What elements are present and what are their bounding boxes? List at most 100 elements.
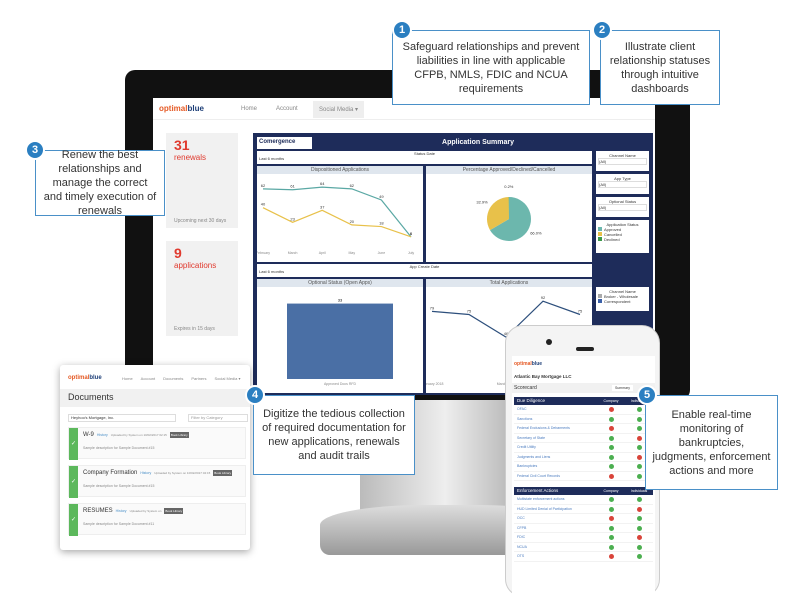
check-icon: ✓ [69,428,78,460]
pie-label: 66.0% [530,230,542,235]
scorecard-row[interactable]: Credit Utility [514,443,653,453]
pass-icon [608,464,614,469]
bar [287,303,393,379]
legend-swatch [598,232,602,236]
nav-account[interactable]: Account [276,106,298,112]
category-filter[interactable]: Filter by Category [188,414,248,422]
pie-label: 0.2% [504,184,514,189]
side-filter[interactable]: Channel Name (All) [596,151,649,171]
side-filter[interactable]: Optional Status (All) [596,197,649,217]
scorecard-row[interactable]: Bankruptcies [514,462,653,472]
section-title: Enforcement Actions [517,488,559,493]
row-label[interactable]: Secretary of State [517,434,597,443]
applications-label: applications [174,261,217,270]
doc-meta: Uploaded by System on 10/02/2017 02:15 [110,433,167,437]
side-filter-value[interactable]: (All) [598,181,647,188]
summary-tab[interactable]: Summary [612,385,633,391]
row-label[interactable]: OFAC [517,405,597,414]
section-title: Due Diligence [517,398,546,403]
data-label: 75 [467,309,472,314]
x-tick-label: July [408,251,414,255]
tablet-nav-item[interactable]: Documents [163,376,183,381]
scorecard-row[interactable]: FDIC [514,533,653,543]
check-icon: ✓ [69,466,78,498]
scorecard-row[interactable]: Multistate enforcement actions [514,495,653,505]
legend-label: Correspondent [604,299,631,304]
legend-item[interactable]: Declined [598,237,647,242]
row-label[interactable]: Credit Utility [517,443,597,452]
row-label[interactable]: NCUA [517,543,597,552]
row-label[interactable]: FDIC [517,533,597,542]
pass-icon [636,516,642,521]
side-filter[interactable]: App Type (All) [596,174,649,194]
document-row[interactable]: ✓ RESUMES History Uploaded by System on Book… [68,503,246,536]
scorecard-row[interactable]: OTS [514,552,653,562]
scorecard-row[interactable]: HUD Limited Denial of Participation [514,505,653,514]
row-label[interactable]: Federal Civil Court Records [517,472,597,481]
row-label[interactable]: Federal Exclusions & Debarments [517,424,597,433]
scorecard-row[interactable]: NCUA [514,543,653,552]
pie-label: 32.9% [476,200,488,205]
legend-swatch [598,237,602,241]
row-label[interactable]: Bankruptcies [517,462,597,471]
tablet-nav-item[interactable]: Home [122,376,133,381]
callout-number-5: 5 [637,385,657,405]
applications-card[interactable]: 9 applications Expires in 15 days [166,241,238,336]
tablet-nav-item[interactable]: Account [141,376,155,381]
callout-number-1: 1 [392,20,412,40]
tablet-nav-item[interactable]: Partners [191,376,206,381]
callout-3: Renew the best relationships and manage … [35,149,165,217]
side-filter-value[interactable]: (All) [598,158,647,165]
pass-icon [608,544,614,550]
data-label: 6 [410,231,413,236]
legend-item[interactable]: Correspondent [598,299,647,304]
history-link[interactable]: History [140,471,151,475]
scorecard-row[interactable]: CFPB [514,524,653,533]
book-library-badge[interactable]: Book Library [213,470,233,476]
status-date-filter[interactable]: Status Date Last 6 months [257,151,592,164]
book-library-badge[interactable]: Book Library [164,508,184,514]
scorecard-row[interactable]: Secretary of State [514,434,653,443]
x-tick-label: June [378,251,386,255]
nav-home[interactable]: Home [241,106,257,112]
scorecard-row[interactable]: Judgments and Liens [514,453,653,462]
row-label[interactable]: Judgments and Liens [517,453,597,462]
scorecard-row[interactable]: Federal Exclusions & Debarments [514,424,653,434]
company-select[interactable]: Heyhoo's Mortgage, Inc. [68,414,176,422]
pass-icon [608,497,614,502]
row-label[interactable]: Sanctions [517,415,597,424]
scorecard-row[interactable]: Federal Civil Court Records [514,472,653,481]
app-create-date-filter[interactable]: App Create Date Last 6 months [257,264,592,277]
book-library-badge[interactable]: Book Library [169,432,189,438]
row-label[interactable]: Multistate enforcement actions [517,495,597,504]
document-row[interactable]: ✓ Company Formation History Uploaded by Sys… [68,465,246,498]
row-label[interactable]: OCC [517,514,597,523]
row-label[interactable]: CFPB [517,524,597,533]
history-link[interactable]: History [97,433,108,437]
callout-number-2: 2 [592,20,612,40]
x-tick-label: February [257,251,270,255]
data-label: 62 [261,183,266,188]
callout-4: Digitize the tedious collection of requi… [253,395,415,475]
fail-icon [608,554,614,559]
document-row[interactable]: ✓ W-9 History Uploaded by System on 10/02/2… [68,427,246,460]
status-cell [625,543,653,552]
fail-icon [608,426,614,431]
row-label[interactable]: HUD Limited Denial of Participation [517,505,597,514]
scorecard-row[interactable]: OFAC [514,405,653,415]
history-link[interactable]: History [116,509,127,513]
status-cell [597,543,625,552]
applications-count: 9 [174,245,182,261]
nav-social-media[interactable]: Social Media ▾ [313,101,365,118]
series-line [262,207,412,238]
dashboard-title: Application Summary [442,139,514,146]
row-label[interactable]: OTS [517,552,597,561]
scorecard-row[interactable]: OCC [514,514,653,524]
renewals-card[interactable]: 31 renewals Upcoming next 30 days [166,133,238,228]
callout-number-3: 3 [25,140,45,160]
side-filter-value[interactable]: (All) [598,204,647,211]
tablet-nav-item[interactable]: Social Media ▾ [214,376,240,381]
scorecard-row[interactable]: Sanctions [514,415,653,424]
channel-legend: Channel Name Broker - Wholesale Correspond… [596,287,649,311]
tablet-logo: optimalblue [68,375,102,381]
